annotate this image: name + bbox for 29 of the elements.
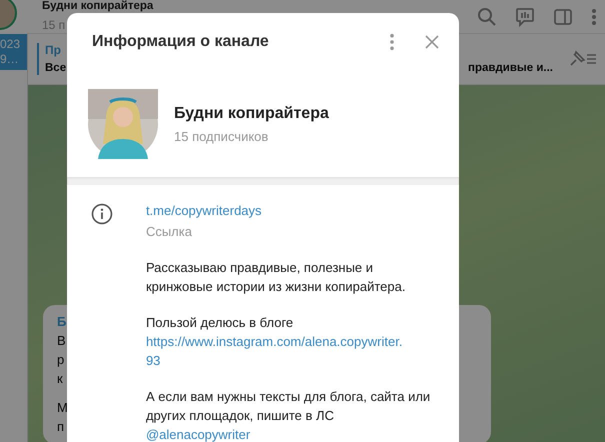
chat-title: Будни копирайтера	[42, 0, 154, 12]
message-text: р	[57, 351, 64, 369]
close-icon[interactable]	[425, 35, 439, 49]
description-link[interactable]: https://www.instagram.com/alena.copywriter.93	[146, 332, 404, 370]
message-text: М	[57, 399, 68, 417]
pinned-text: правдивые и...	[468, 61, 553, 76]
chat-subtitle: 15 п	[42, 17, 66, 33]
message-sender: Б	[57, 313, 66, 331]
speech-bubble-icon[interactable]	[515, 6, 535, 26]
message-text: к	[57, 370, 63, 388]
description-text: Рассказываю правдивые, полезные и кринжовые истории из жизни копирайтера.	[146, 259, 406, 296]
info-icon	[91, 203, 113, 225]
pinned-text: Все	[45, 61, 66, 76]
channel-name: Будни копирайтера	[174, 104, 329, 122]
more-icon[interactable]	[389, 33, 395, 51]
sidebar-icon[interactable]	[553, 6, 573, 26]
chat-list-item[interactable]: 023 9…	[0, 34, 27, 70]
channel-link[interactable]: t.me/copywriterdays	[146, 201, 262, 220]
description-link[interactable]: @alenacopywriter	[146, 425, 250, 442]
description-text: А если вам нужны тексты для блога, сайта или других площадок, пишите в ЛС	[146, 388, 432, 425]
message-text: В	[57, 332, 66, 350]
subscriber-count: 15 подписчиков	[174, 128, 270, 144]
search-icon[interactable]	[477, 6, 497, 26]
dialog-title: Информация о канале	[92, 33, 270, 51]
description-text: Пользой делюсь в блоге	[146, 314, 294, 332]
more-icon[interactable]	[591, 6, 597, 26]
message-text: п	[57, 418, 64, 436]
pinned-label: Пр	[45, 42, 61, 59]
link-label: Ссылка	[146, 223, 192, 241]
